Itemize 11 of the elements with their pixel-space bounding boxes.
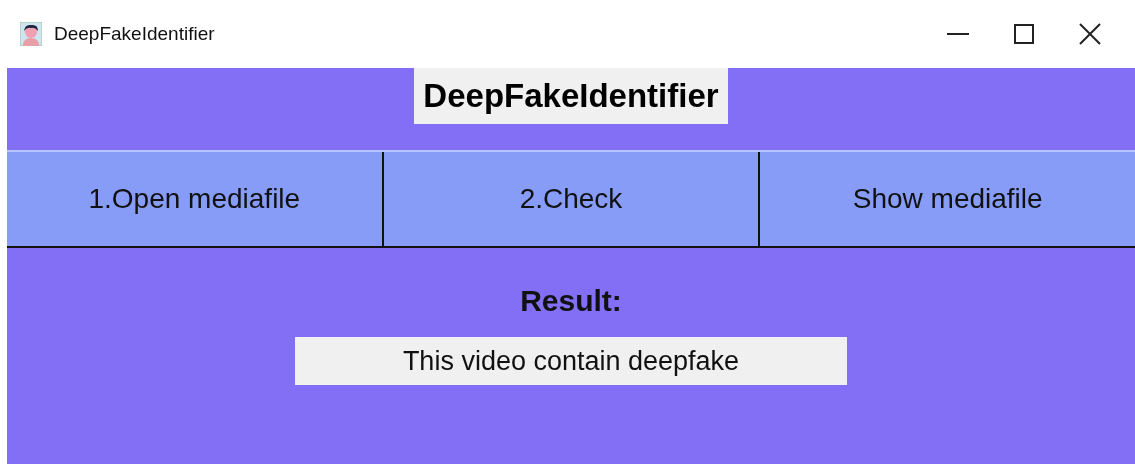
minimize-icon[interactable] bbox=[947, 32, 969, 36]
app-icon bbox=[20, 22, 42, 46]
close-icon[interactable] bbox=[1079, 23, 1101, 45]
window-title: DeepFakeIdentifier bbox=[54, 21, 215, 46]
action-button[interactable]: Show mediafile bbox=[758, 152, 1135, 246]
result-label: Result: bbox=[520, 283, 622, 319]
action-button[interactable]: 2.Check bbox=[381, 152, 759, 246]
result-field: This video contain deepfake bbox=[295, 337, 847, 385]
maximize-icon[interactable] bbox=[1014, 24, 1034, 44]
action-button[interactable]: 1.Open mediafile bbox=[7, 152, 382, 246]
app-heading: DeepFakeIdentifier bbox=[414, 68, 728, 124]
